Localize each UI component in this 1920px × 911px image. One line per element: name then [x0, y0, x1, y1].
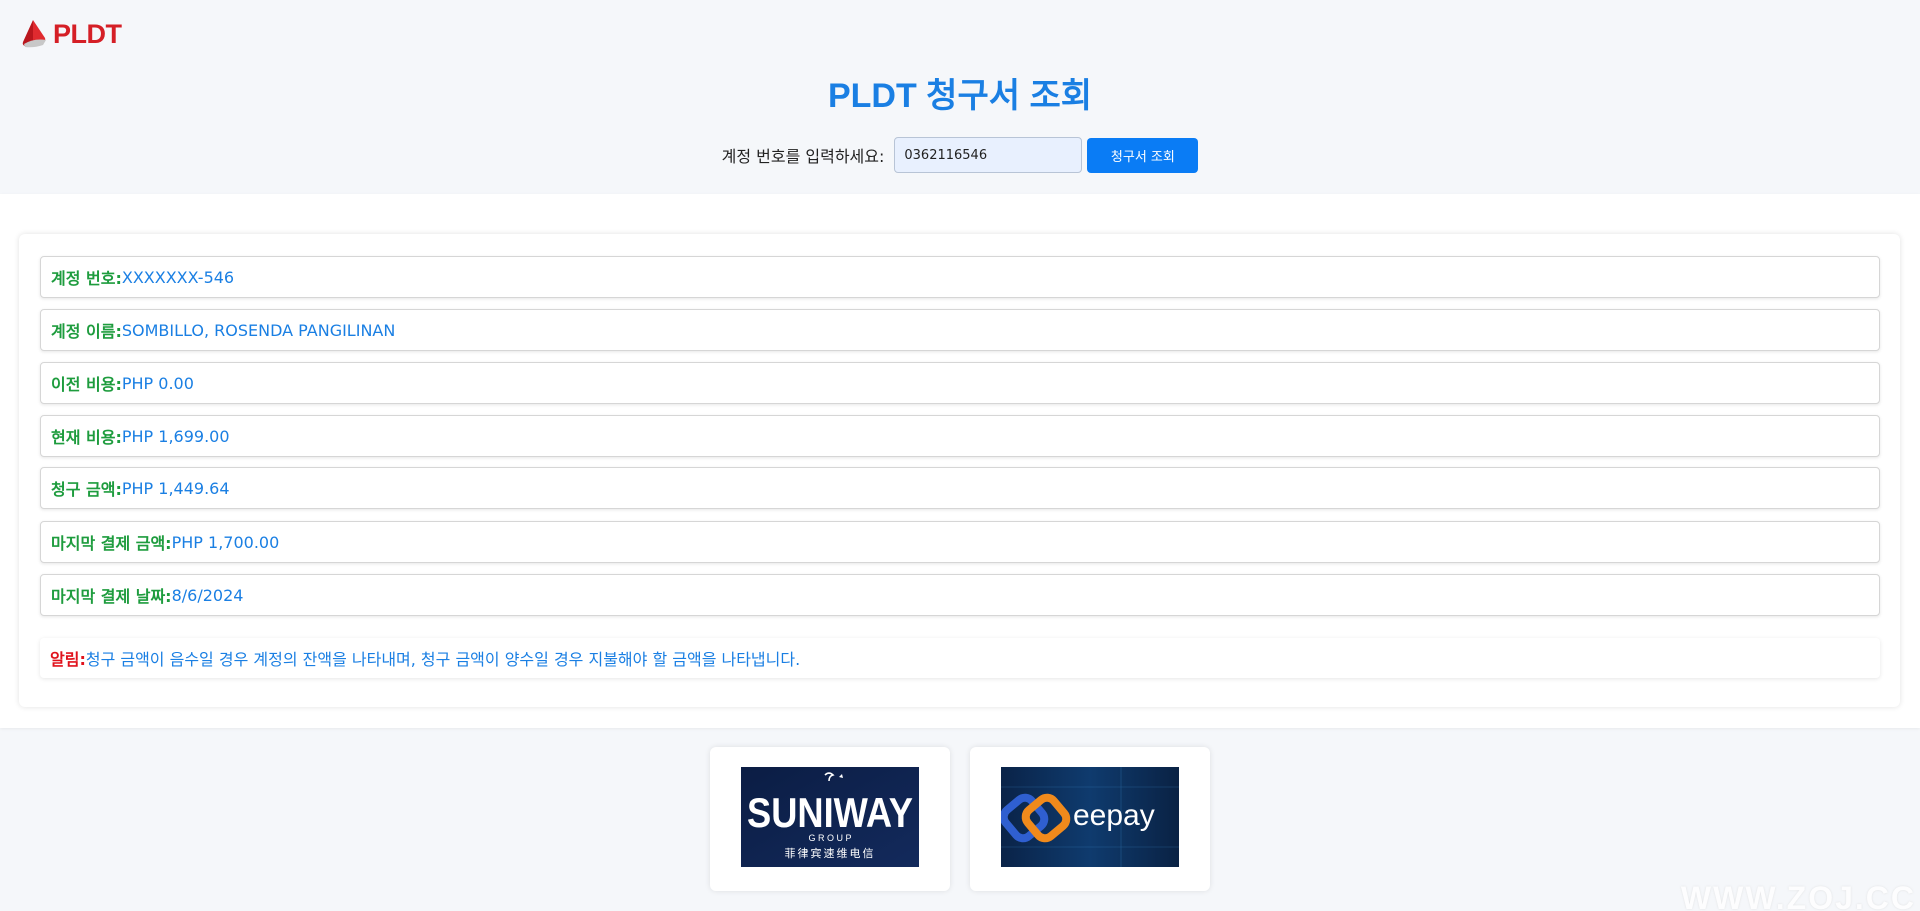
row-label: 마지막 결제 날짜:: [51, 587, 172, 606]
partner-card-suniway[interactable]: SUNIWAY G R O U P 菲律宾速维电信: [710, 747, 950, 891]
account-number-input[interactable]: [894, 137, 1083, 173]
bill-inquiry-button[interactable]: 청구서 조회: [1087, 137, 1199, 173]
row-label: 계정 번호:: [51, 269, 122, 288]
pldt-logo[interactable]: PLDT: [19, 18, 122, 50]
suniway-logo: SUNIWAY G R O U P 菲律宾速维电信: [741, 767, 919, 867]
search-form: 계정 번호를 입력하세요: 청구서 조회: [0, 137, 1920, 173]
last-payment-amount-row: 마지막 결제 금액: PHP 1,700.00: [40, 521, 1880, 563]
partner-card-eepay[interactable]: eepay: [970, 747, 1210, 891]
partner-subtitle: G R O U P: [808, 833, 851, 843]
eepay-logo: eepay: [1001, 767, 1179, 867]
row-value: PHP 1,699.00: [121, 426, 230, 446]
watermark: WWW.ZOJ.CC: [1680, 880, 1916, 911]
row-label: 청구 금액:: [51, 480, 122, 499]
row-label: 이전 비용:: [51, 375, 122, 394]
partner-name: eepay: [1073, 799, 1155, 832]
account-name-row: 계정 이름: SOMBILLO, ROSENDA PANGILINAN: [40, 309, 1880, 351]
partner-name: SUNIWAY: [747, 789, 913, 836]
row-value: 8/6/2024: [171, 585, 244, 605]
notice-text: 청구 금액이 음수일 경우 계정의 잔액을 나타내며, 청구 금액이 양수일 경…: [85, 650, 801, 669]
partner-chinese-name: 菲律宾速维电信: [785, 846, 876, 860]
row-value: PHP 1,449.64: [121, 478, 230, 498]
logo-text: PLDT: [53, 19, 122, 49]
row-label: 계정 이름:: [51, 322, 122, 341]
row-value: XXXXXXX-546: [121, 267, 235, 287]
previous-charges-row: 이전 비용: PHP 0.00: [40, 362, 1880, 404]
account-number-label: 계정 번호를 입력하세요:: [721, 147, 885, 166]
amount-due-row: 청구 금액: PHP 1,449.64: [40, 467, 1880, 509]
row-value: PHP 0.00: [121, 373, 194, 393]
row-value: PHP 1,700.00: [171, 532, 280, 552]
pldt-logo-icon: [22, 20, 46, 48]
header: PLDT PLDT 청구서 조회 계정 번호를 입력하세요: 청구서 조회: [0, 0, 1920, 194]
last-payment-date-row: 마지막 결제 날짜: 8/6/2024: [40, 574, 1880, 616]
row-label: 현재 비용:: [51, 428, 122, 447]
notice-label: 알림:: [50, 650, 86, 669]
page-title: PLDT 청구서 조회: [827, 77, 1093, 115]
account-number-row: 계정 번호: XXXXXXX-546: [40, 256, 1880, 298]
row-label: 마지막 결제 금액:: [51, 534, 172, 553]
row-value: SOMBILLO, ROSENDA PANGILINAN: [121, 320, 396, 340]
notice-box: 알림: 청구 금액이 음수일 경우 계정의 잔액을 나타내며, 청구 금액이 양수…: [40, 638, 1880, 678]
current-charges-row: 현재 비용: PHP 1,699.00: [40, 415, 1880, 457]
